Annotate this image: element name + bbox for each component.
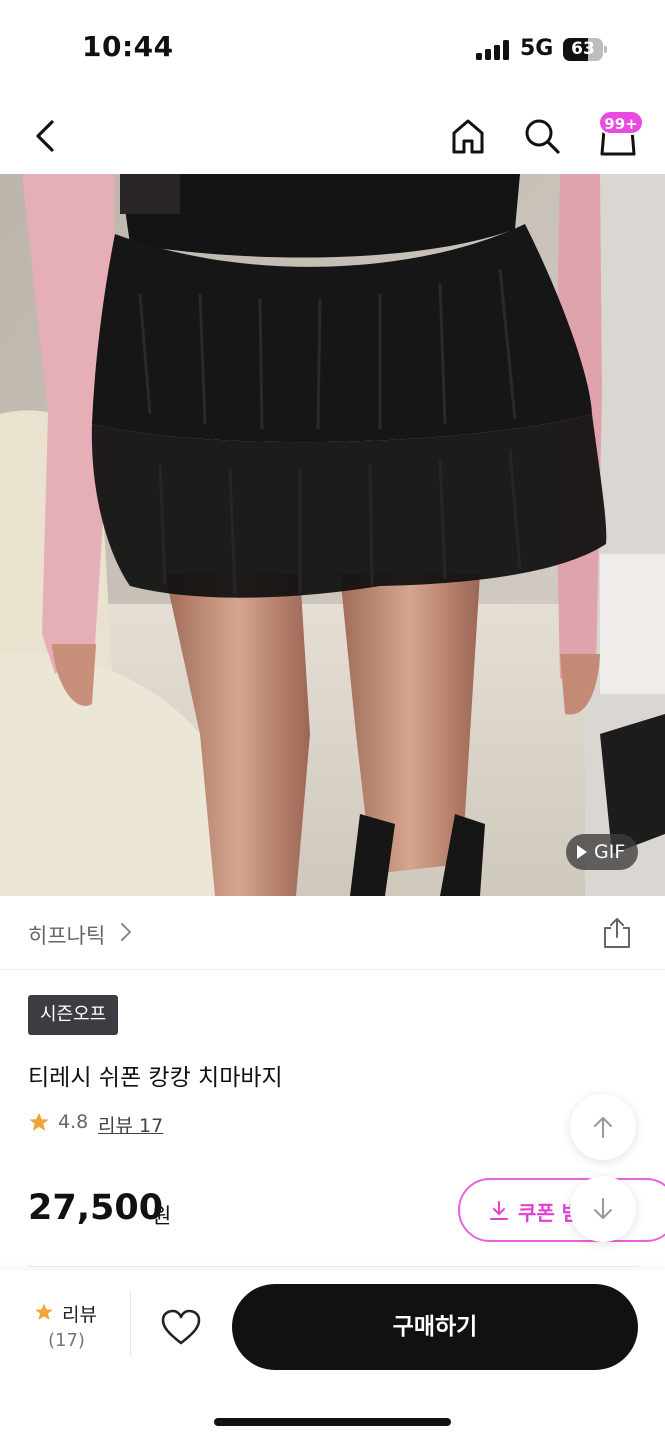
bottom-review-button[interactable]: 리뷰 (17) (28, 1296, 128, 1366)
star-icon (35, 1303, 53, 1320)
status-time: 10:44 (82, 30, 174, 63)
arrow-down-icon (594, 1198, 612, 1219)
gif-badge: GIF (566, 834, 638, 870)
season-off-badge: 시즌오프 (28, 995, 119, 1035)
price: 27,500 (28, 1188, 164, 1228)
heart-icon[interactable] (160, 1308, 202, 1346)
play-icon (577, 845, 587, 859)
scroll-up-button[interactable] (570, 1094, 636, 1160)
brand-name[interactable]: 히프나틱 (28, 920, 105, 950)
home-indicator[interactable] (214, 1418, 451, 1426)
rating-value: 4.8 (58, 1111, 89, 1133)
price-unit: 원 (152, 1204, 172, 1228)
arrow-up-icon (594, 1117, 612, 1138)
review-link[interactable]: 리뷰 17 (98, 1111, 163, 1138)
status-bar: 10:44 5G 63 (0, 0, 665, 100)
bottom-action-bar: 리뷰 (17) 구매하기 (0, 1270, 665, 1440)
search-button[interactable] (520, 114, 564, 158)
product-photo (0, 174, 665, 896)
signal-icon (476, 40, 510, 60)
gif-label: GIF (594, 841, 626, 863)
battery-level: 63 (571, 39, 595, 59)
network-type: 5G (520, 36, 554, 61)
back-button[interactable] (26, 114, 70, 158)
buy-button[interactable]: 구매하기 (232, 1284, 638, 1370)
product-image[interactable]: GIF (0, 174, 665, 896)
scroll-down-button[interactable] (570, 1176, 636, 1242)
bottom-review-count: (17) (48, 1330, 85, 1351)
product-title: 티레시 쉬폰 캉캉 치마바지 (28, 1065, 283, 1091)
home-button[interactable] (446, 114, 490, 158)
cart-count-badge: 99+ (598, 110, 644, 135)
battery-icon: 63 (563, 38, 607, 61)
search-icon (525, 119, 560, 154)
share-icon[interactable] (600, 916, 634, 950)
bottom-review-label: 리뷰 (62, 1304, 97, 1326)
chevron-right-icon (121, 923, 131, 941)
brand-row[interactable]: 히프나틱 (0, 896, 665, 970)
top-nav (0, 100, 665, 174)
download-icon (490, 1201, 508, 1220)
chevron-left-icon (36, 120, 54, 152)
separator (130, 1290, 131, 1356)
home-icon (452, 119, 484, 154)
star-icon (29, 1112, 49, 1131)
